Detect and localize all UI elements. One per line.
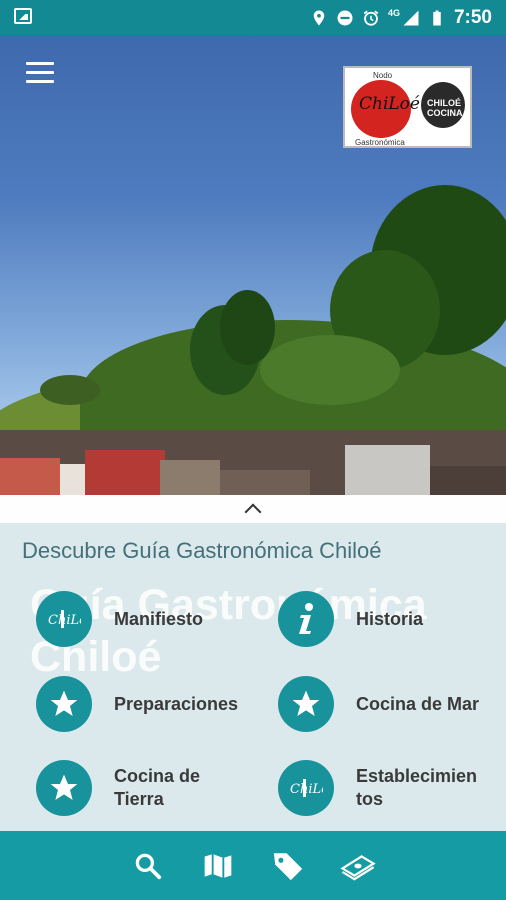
network-type: 4G xyxy=(387,7,400,18)
menu-item-label: Cocina de Tierra xyxy=(114,766,201,809)
sheet-collapse-handle[interactable] xyxy=(0,495,506,523)
chevron-up-icon xyxy=(244,503,262,521)
search-icon xyxy=(135,853,162,879)
menu-item-label: Preparaciones xyxy=(114,693,239,714)
location-icon xyxy=(313,10,325,25)
logo-bottom-text: Gastronómica xyxy=(355,138,405,147)
logo-secondary-text: CHILOÉ COCINA xyxy=(427,98,463,118)
house xyxy=(430,466,506,495)
clock: 7:50 xyxy=(453,6,492,28)
tree xyxy=(260,335,400,405)
star-icon xyxy=(36,676,92,732)
app-logo: Nodo ChiLoé CHILOÉ COCINA Gastronómica xyxy=(343,66,472,148)
map-icon xyxy=(204,853,232,879)
search-button[interactable] xyxy=(130,848,166,884)
tag-button[interactable] xyxy=(270,848,306,884)
do-not-disturb-icon xyxy=(337,10,353,25)
battery-icon xyxy=(433,10,441,25)
svg-text:ChiLoé: ChiLoé xyxy=(290,782,323,797)
village-houses xyxy=(0,430,506,495)
house xyxy=(220,470,310,495)
chiloe-logo-icon: ChiLoé xyxy=(36,591,92,647)
house xyxy=(85,450,165,495)
menu-item-cocina-de-mar[interactable]: Cocina de Mar xyxy=(278,676,479,732)
house xyxy=(160,460,220,495)
menu-item-establecimientos[interactable]: ChiLoé Establecimien tos xyxy=(278,760,477,816)
status-bar: 4G 7:50 xyxy=(0,0,506,35)
status-icons: 4G 7:50 xyxy=(310,0,492,35)
house xyxy=(0,458,60,495)
star-icon xyxy=(278,676,334,732)
chiloe-logo-icon: ChiLoé xyxy=(278,760,334,816)
menu-item-label: Historia xyxy=(356,608,424,629)
svg-text:ChiLoé: ChiLoé xyxy=(48,613,81,628)
logo-top-text: Nodo xyxy=(373,71,393,80)
hamburger-menu-icon[interactable] xyxy=(26,62,54,84)
signal-icon xyxy=(403,10,419,25)
info-icon xyxy=(278,591,334,647)
menu-item-historia[interactable]: Historia xyxy=(278,591,423,647)
map-button[interactable] xyxy=(200,848,236,884)
money-icon xyxy=(340,854,376,880)
hero-image: Nodo ChiLoé CHILOÉ COCINA Gastronómica xyxy=(0,35,506,495)
menu-item-label: Cocina de Mar xyxy=(356,693,480,714)
sheet-title: Descubre Guía Gastronómica Chiloé xyxy=(22,538,382,563)
bottom-navigation xyxy=(0,831,506,900)
menu-item-label: Establecimien tos xyxy=(356,766,478,809)
menu-item-preparaciones[interactable]: Preparaciones xyxy=(36,676,238,732)
money-button[interactable] xyxy=(340,848,376,884)
tag-icon xyxy=(273,852,303,880)
house xyxy=(345,445,430,495)
image-icon xyxy=(14,8,32,24)
star-icon xyxy=(36,760,92,816)
menu-item-label: Manifiesto xyxy=(114,608,204,629)
alarm-icon xyxy=(363,10,379,26)
logo-main-text: ChiLoé xyxy=(359,94,420,114)
discover-sheet: Descubre Guía Gastronómica Chiloé Guía G… xyxy=(0,495,506,831)
menu-item-cocina-de-tierra[interactable]: Cocina de Tierra xyxy=(36,760,200,816)
menu-item-manifiesto[interactable]: ChiLoé Manifiesto xyxy=(36,591,203,647)
tree xyxy=(40,375,100,405)
